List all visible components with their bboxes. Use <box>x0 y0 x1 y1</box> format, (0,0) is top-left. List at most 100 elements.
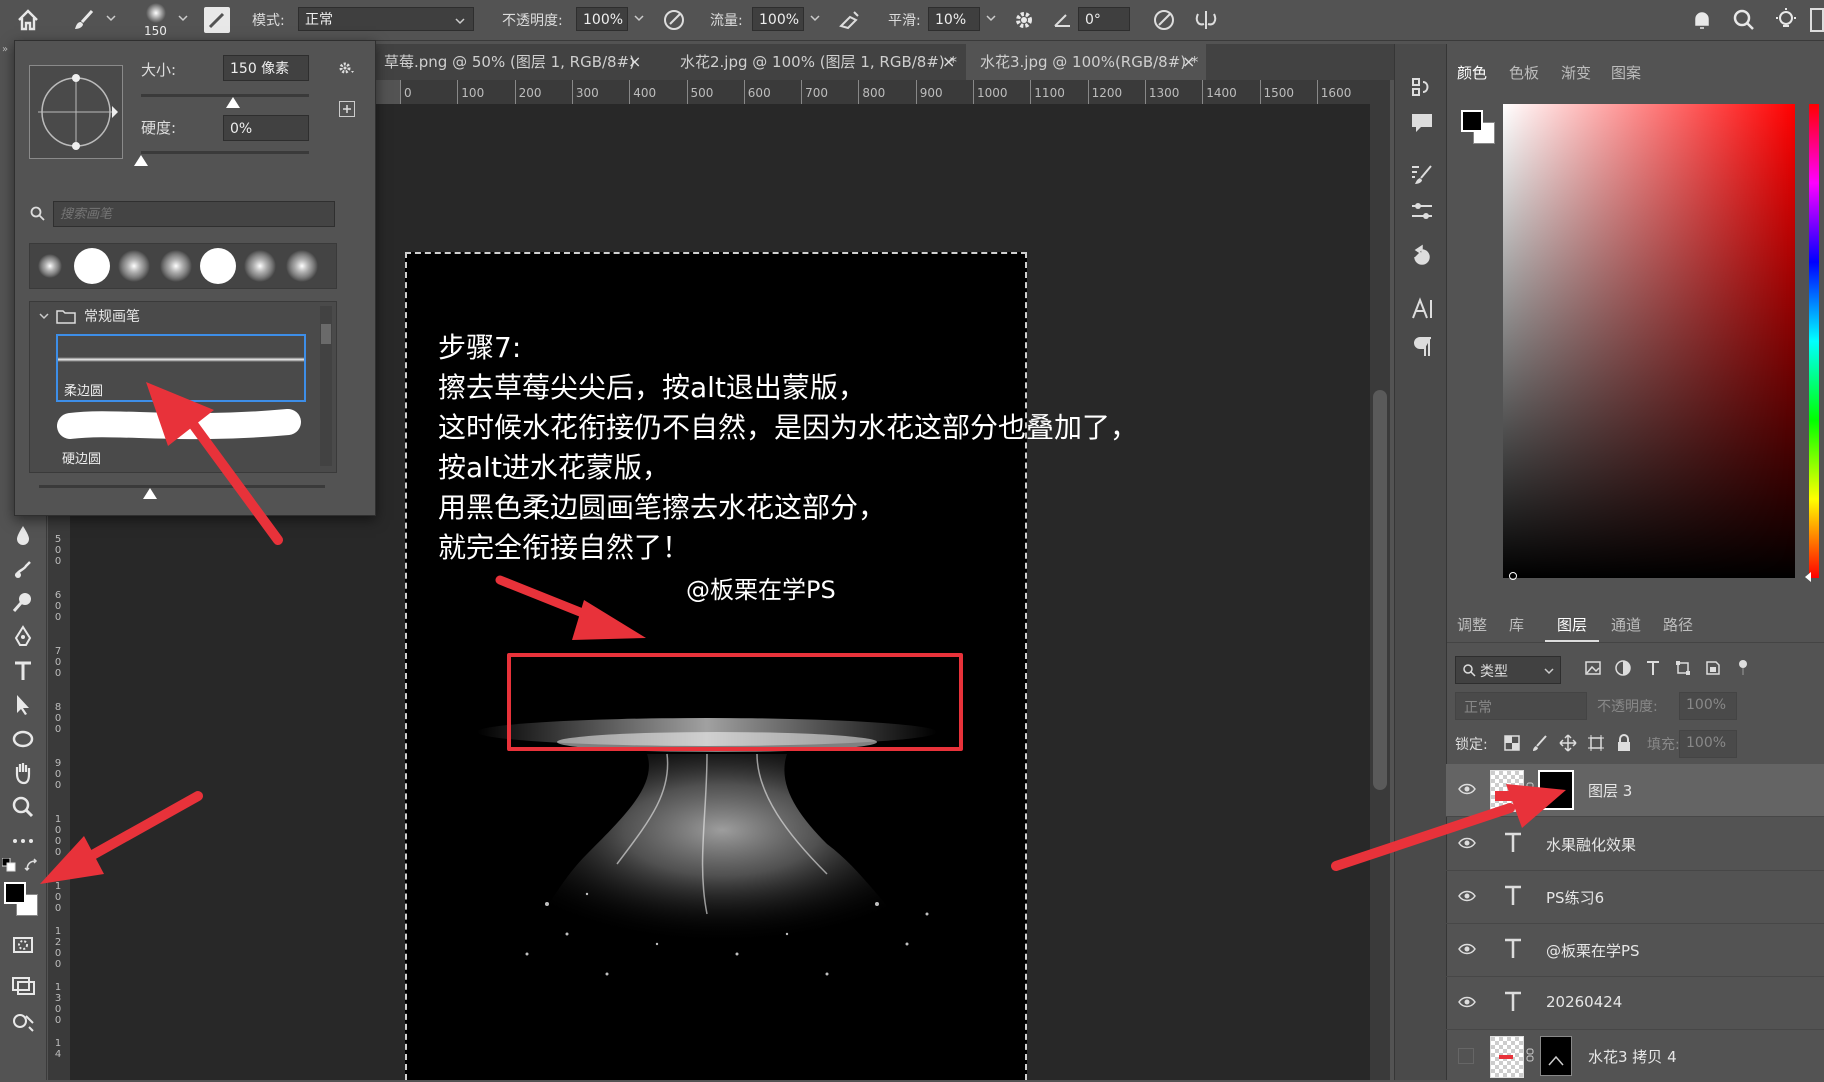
size-slider-track[interactable] <box>141 94 309 97</box>
scrollbar-thumb[interactable] <box>1373 390 1387 790</box>
layer-row[interactable]: 图层 3 <box>1446 764 1824 817</box>
flow-input[interactable]: 100% <box>752 7 804 31</box>
ellipse-tool-icon[interactable] <box>8 724 38 754</box>
close-icon[interactable]: × <box>628 44 641 80</box>
chevron-down-icon[interactable] <box>634 13 644 23</box>
smart-object-filter-icon[interactable] <box>1703 658 1723 678</box>
color-picker-field[interactable] <box>1503 104 1795 578</box>
tab-patterns[interactable]: 图案 <box>1611 62 1641 83</box>
brush-settings-panel-icon[interactable] <box>204 7 230 33</box>
character-panel-icon[interactable] <box>1409 296 1435 322</box>
mode-select[interactable]: 正常 <box>298 7 474 31</box>
swap-colors-icon[interactable] <box>24 858 40 874</box>
lock-artboard-icon[interactable] <box>1587 734 1605 752</box>
gear-icon[interactable] <box>337 59 355 77</box>
adjustments-icon[interactable] <box>1409 198 1435 224</box>
history-panel-icon[interactable] <box>1409 74 1435 100</box>
type-filter-icon[interactable] <box>1643 658 1663 678</box>
tab-splash2[interactable]: 水花2.jpg @ 100% (图层 1, RGB/8#) * × <box>666 44 966 80</box>
blend-mode-select[interactable]: 正常 <box>1455 692 1587 720</box>
layer-mask-thumbnail[interactable] <box>1540 1036 1572 1076</box>
bell-icon[interactable] <box>1688 6 1716 34</box>
chevron-down-icon[interactable] <box>106 13 116 23</box>
tab-swatches[interactable]: 色板 <box>1509 62 1539 83</box>
layer-opacity-input[interactable]: 100% <box>1679 692 1737 720</box>
edit-toolbar-icon[interactable] <box>8 1006 38 1036</box>
tab-splash3[interactable]: 水花3.jpg @ 100%(RGB/8#) * × <box>966 44 1206 80</box>
brush-item-soft-round[interactable]: 柔边圆 <box>56 334 306 402</box>
link-icon[interactable] <box>1526 1048 1534 1062</box>
gear-icon[interactable] <box>1010 6 1038 34</box>
tab-strawberry[interactable]: 草莓.png @ 50% (图层 1, RGB/8#) × <box>370 44 650 80</box>
smoothing-input[interactable]: 10% <box>928 7 980 31</box>
chevron-down-icon[interactable] <box>38 310 50 322</box>
lock-position-icon[interactable] <box>1559 734 1577 752</box>
comments-panel-icon[interactable] <box>1409 110 1435 136</box>
lock-all-icon[interactable] <box>1615 734 1633 752</box>
paragraph-panel-icon[interactable] <box>1409 334 1435 360</box>
foreground-color-swatch[interactable] <box>1461 110 1483 132</box>
smudge-tool-icon[interactable] <box>8 554 38 584</box>
brush-tool-icon[interactable] <box>70 6 98 34</box>
workspace-icon[interactable] <box>1810 8 1824 32</box>
path-selection-tool-icon[interactable] <box>8 690 38 720</box>
dodge-tool-icon[interactable] <box>8 588 38 618</box>
default-colors-icon[interactable] <box>2 858 16 872</box>
brush-list-scrollbar[interactable] <box>320 306 332 466</box>
lock-pixels-icon[interactable] <box>1531 734 1549 752</box>
fill-input[interactable]: 100% <box>1679 730 1737 758</box>
link-icon[interactable] <box>1526 782 1534 796</box>
brush-search-input[interactable] <box>53 201 335 227</box>
hidden-visibility-box[interactable] <box>1458 1048 1474 1064</box>
layer-row[interactable]: 水花3 拷贝 4 <box>1446 1030 1824 1082</box>
foreground-color-swatch[interactable] <box>4 882 26 904</box>
brush-settings-icon[interactable] <box>1409 162 1435 188</box>
tab-layers[interactable]: 图层 <box>1557 614 1587 635</box>
color-picker-cursor[interactable] <box>1509 572 1517 580</box>
lock-transparency-icon[interactable] <box>1503 734 1521 752</box>
brush-angle-preview[interactable] <box>29 65 123 159</box>
preview-size-slider-track[interactable] <box>39 485 325 488</box>
close-icon[interactable]: × <box>942 44 955 80</box>
scrollbar-thumb[interactable] <box>321 324 331 344</box>
chevron-down-icon[interactable] <box>986 13 996 23</box>
home-icon[interactable] <box>14 6 42 34</box>
brush-preset-picker[interactable]: 150 <box>140 2 172 38</box>
lightbulb-icon[interactable] <box>1772 6 1800 34</box>
layer-row[interactable]: 20260424 <box>1446 977 1824 1030</box>
quick-mask-icon[interactable] <box>8 930 38 960</box>
tab-channels[interactable]: 通道 <box>1611 614 1641 635</box>
hand-tool-icon[interactable] <box>8 758 38 788</box>
layer-row[interactable]: @板栗在学PS <box>1446 924 1824 977</box>
eye-icon[interactable] <box>1458 942 1476 956</box>
symmetry-icon[interactable] <box>1192 6 1220 34</box>
airbrush-icon[interactable] <box>836 6 864 34</box>
type-tool-icon[interactable] <box>8 656 38 686</box>
layer-row[interactable]: PS练习6 <box>1446 871 1824 924</box>
close-icon[interactable]: × <box>1182 44 1195 80</box>
filter-toggle-icon[interactable] <box>1733 658 1753 678</box>
zoom-tool-icon[interactable] <box>8 792 38 822</box>
eye-icon[interactable] <box>1458 782 1476 796</box>
new-preset-icon[interactable] <box>339 101 355 117</box>
actions-icon[interactable] <box>1409 244 1435 270</box>
preview-size-slider-handle[interactable] <box>143 488 157 499</box>
chevron-down-icon[interactable] <box>178 13 188 23</box>
layer-thumbnail[interactable] <box>1490 770 1524 812</box>
screen-mode-icon[interactable] <box>8 970 38 1000</box>
eye-icon[interactable] <box>1458 836 1476 850</box>
eye-icon[interactable] <box>1458 995 1476 1009</box>
image-filter-icon[interactable] <box>1583 658 1603 678</box>
blur-tool-icon[interactable] <box>8 520 38 550</box>
search-icon[interactable] <box>1730 6 1758 34</box>
more-tools-icon[interactable] <box>8 826 38 856</box>
expand-toolbar-icon[interactable]: » <box>2 44 8 55</box>
tab-libraries[interactable]: 库 <box>1509 614 1524 635</box>
pressure-size-icon[interactable] <box>1150 6 1178 34</box>
tab-color[interactable]: 颜色 <box>1457 62 1487 83</box>
opacity-input[interactable]: 100% <box>576 7 628 31</box>
hue-slider-handle[interactable] <box>1805 572 1811 582</box>
hardness-input[interactable]: 0% <box>223 115 309 141</box>
layer-thumbnail[interactable] <box>1490 1036 1524 1078</box>
hardness-slider-track[interactable] <box>141 151 309 154</box>
